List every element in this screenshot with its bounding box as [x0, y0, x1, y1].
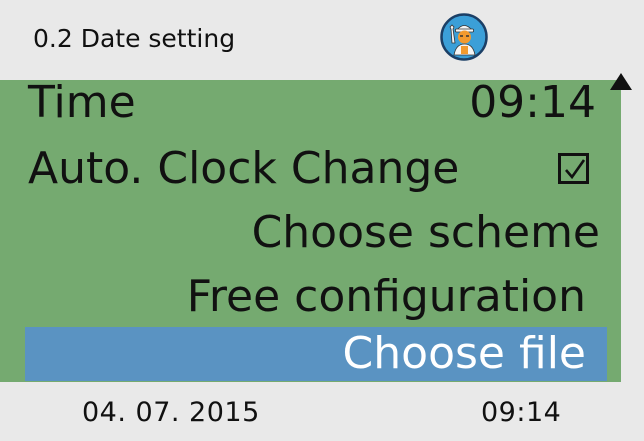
time-label[interactable]: Time — [28, 76, 136, 130]
choose-file-item[interactable]: Choose file — [343, 327, 586, 381]
footer-time: 09:14 — [481, 397, 562, 428]
time-value[interactable]: 09:14 — [469, 76, 596, 130]
auto-clock-change-checkbox[interactable] — [558, 153, 589, 184]
auto-clock-change-label[interactable]: Auto. Clock Change — [28, 142, 459, 196]
choose-scheme-item[interactable]: Choose scheme — [252, 206, 600, 260]
footer-date: 04. 07. 2015 — [82, 397, 260, 428]
technician-avatar-icon[interactable] — [440, 13, 488, 61]
page-title: 0.2 Date setting — [33, 24, 236, 53]
free-configuration-item[interactable]: Free configuration — [187, 270, 586, 324]
checkmark-icon — [565, 159, 586, 180]
up-arrow-icon[interactable] — [610, 73, 632, 90]
